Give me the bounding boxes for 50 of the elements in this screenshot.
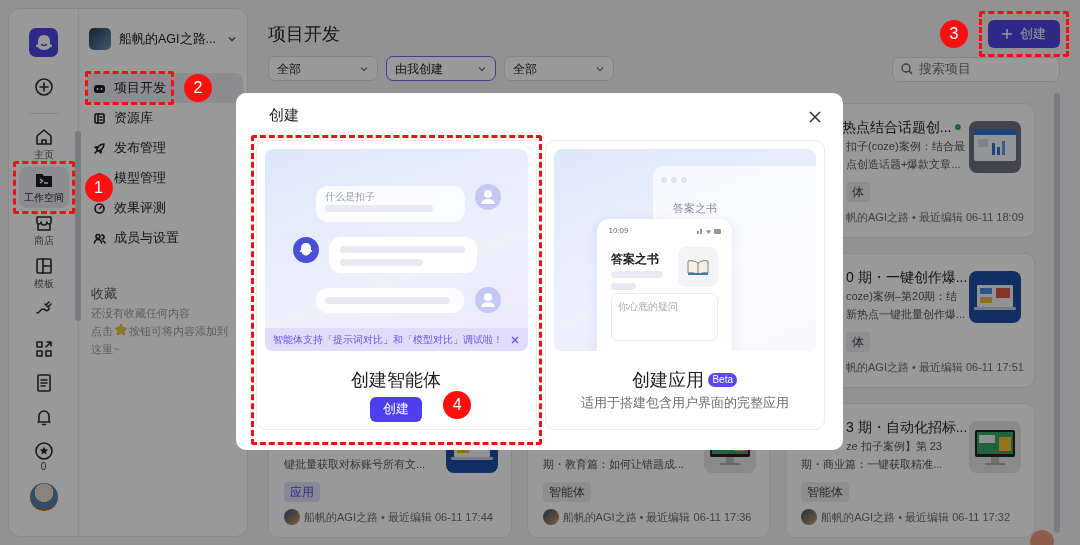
beta-badge: Beta	[708, 373, 738, 387]
chat-text: 什么是扣子	[325, 190, 375, 204]
project-meta: 船帆的AGI之路 • 最近编辑 06-11 17:44	[304, 510, 493, 525]
project-description: coze)案例–第20期：结	[846, 289, 958, 304]
project-title: 热点结合话题创...	[841, 118, 952, 137]
nav-item[interactable]: 工作空间	[18, 167, 69, 208]
filter-dropdown[interactable]: 全部	[504, 56, 614, 81]
app-title: 答案之书	[610, 251, 659, 268]
type-tag: 智能体	[801, 482, 850, 502]
search-field[interactable]: 搜索项目	[892, 56, 1060, 82]
type-tag: 应用	[284, 482, 320, 502]
placeholder-text: 你心底的疑问	[617, 300, 678, 314]
create-button[interactable]: 创建	[988, 20, 1060, 48]
project-title: 3 期・自动化招标...	[846, 418, 968, 437]
page-title: 项目开发	[268, 24, 340, 46]
project-description: 新热点一键批量创作爆...	[846, 307, 966, 322]
filter-dropdown[interactable]: 由我创建	[386, 56, 496, 81]
menu-item[interactable]: 成员与设置	[87, 223, 243, 253]
nav-item[interactable]: 主页	[18, 124, 69, 165]
step-marker: 3	[940, 20, 968, 48]
project-description: 点创造话题+爆款文章...	[846, 157, 961, 172]
type-tag: 智能体	[542, 482, 591, 502]
status-time: 10:09	[608, 225, 629, 237]
project-meta: 帆的AGI之路 • 最近编辑 06-11 18:09	[846, 210, 1024, 225]
type-tag: 体	[846, 332, 870, 352]
filter-dropdown[interactable]: 全部	[268, 56, 378, 81]
project-meta: 船帆的AGI之路 • 最近编辑 06-11 17:32	[821, 510, 1011, 525]
menu-item[interactable]: 资源库	[87, 103, 243, 133]
create-agent-button[interactable]: 创建	[370, 396, 423, 422]
project-description: 键批量获取对标账号所有文...	[284, 457, 426, 472]
nav-item[interactable]: 模板	[18, 253, 69, 294]
dialog-title: 创建	[268, 105, 299, 125]
window-title: 答案之书	[672, 201, 717, 216]
project-title: 0 期・一键创作爆...	[846, 268, 968, 287]
points-count: 0	[40, 461, 47, 473]
workspace-name[interactable]: 船帆的AGI之路...	[119, 29, 216, 49]
banner-text: 智能体支持「提示词对比」和「模型对比」调试啦！	[273, 333, 504, 347]
project-meta: 船帆的AGI之路 • 最近编辑 06-11 17:36	[562, 510, 752, 525]
section-title: 收藏	[90, 286, 118, 303]
project-meta: 帆的AGI之路 • 最近编辑 06-11 17:51	[846, 360, 1024, 375]
option-title: 创建智能体	[350, 369, 443, 392]
project-description: 期・商业篇：一键获取精准...	[801, 457, 943, 472]
project-description: 期・教育篇：如何让错题成...	[542, 457, 684, 472]
menu-item[interactable]: 发布管理	[87, 133, 243, 163]
nav-item[interactable]: 商店	[18, 210, 69, 251]
option-title: 创建应用	[632, 369, 705, 392]
option-card[interactable]: 答案之书 10:09 答案之书 你心底的疑问 创建应用 Beta 适用于搭建包含用户界面的完整应用	[544, 140, 825, 430]
project-description: 扣子(coze)案例：结合最	[846, 139, 965, 154]
project-description: ze 扣子案例】第 23	[846, 439, 942, 454]
type-tag: 体	[846, 182, 870, 202]
